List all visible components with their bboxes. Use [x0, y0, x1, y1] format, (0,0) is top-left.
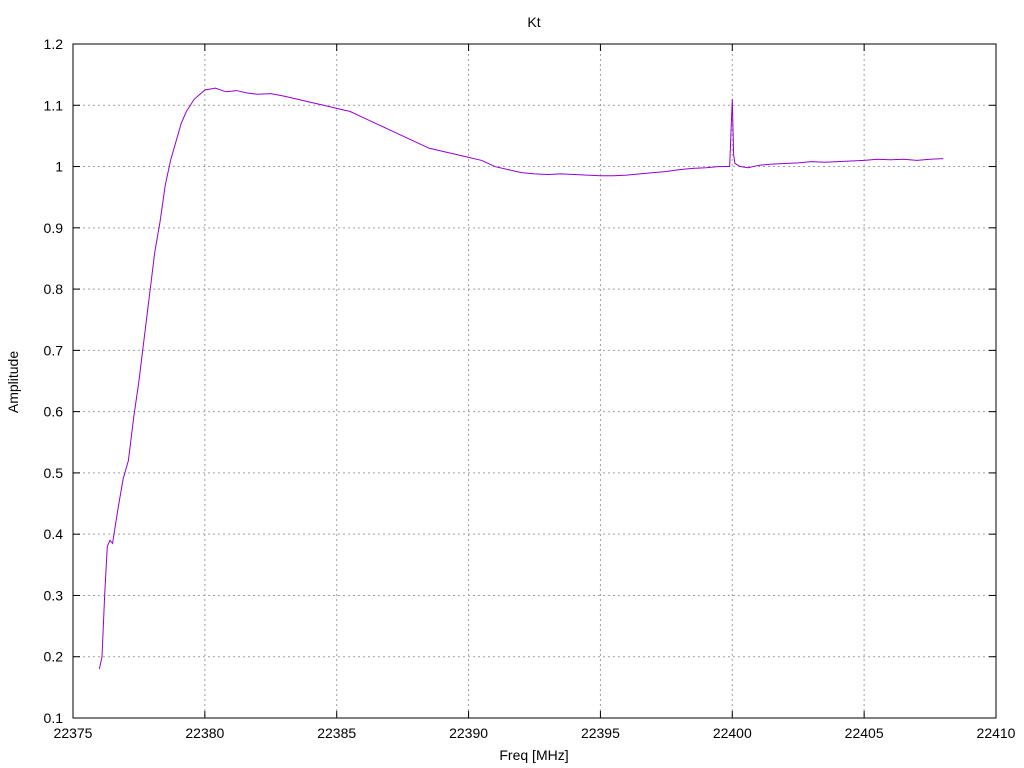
y-tick-label: 0.2: [44, 649, 64, 665]
y-tick-label: 0.7: [44, 342, 64, 358]
chart: 22375 22380 22385 22390 22395 22400 22405 22410…: [5, 14, 1016, 763]
y-tick-label: 0.6: [44, 404, 64, 420]
y-tick-label: 0.3: [44, 587, 64, 603]
plot-frame: [72, 43, 997, 719]
y-tick-label: 1.2: [44, 36, 64, 52]
x-tick-label: 22410: [977, 725, 1016, 741]
grid: [73, 44, 996, 718]
x-tick-labels: 22375 22380 22385 22390 22395 22400 22405 22410: [54, 725, 1016, 741]
x-tick-label: 22400: [713, 725, 752, 741]
y-axis-label: Amplitude: [5, 351, 21, 413]
y-tick-label: 1: [55, 159, 63, 175]
chart-title: Kt: [527, 14, 540, 30]
y-tick-label: 0.5: [44, 465, 64, 481]
y-tick-label: 0.8: [44, 281, 64, 297]
y-tick-label: 1.1: [44, 97, 64, 113]
tick-marks: [72, 43, 997, 719]
x-tick-label: 22385: [317, 725, 356, 741]
series-line: [98, 87, 944, 670]
x-axis-label: Freq [MHz]: [499, 747, 568, 763]
x-tick-label: 22375: [54, 725, 93, 741]
x-tick-label: 22395: [581, 725, 620, 741]
x-tick-label: 22390: [449, 725, 488, 741]
x-tick-label: 22405: [845, 725, 884, 741]
y-tick-label: 0.9: [44, 220, 64, 236]
y-tick-labels: 0.1 0.2 0.3 0.4 0.5 0.6 0.7 0.8 0.9 1 1.1 1.2: [44, 36, 64, 726]
x-tick-label: 22380: [185, 725, 224, 741]
y-tick-label: 0.1: [44, 710, 64, 726]
y-tick-label: 0.4: [44, 526, 64, 542]
